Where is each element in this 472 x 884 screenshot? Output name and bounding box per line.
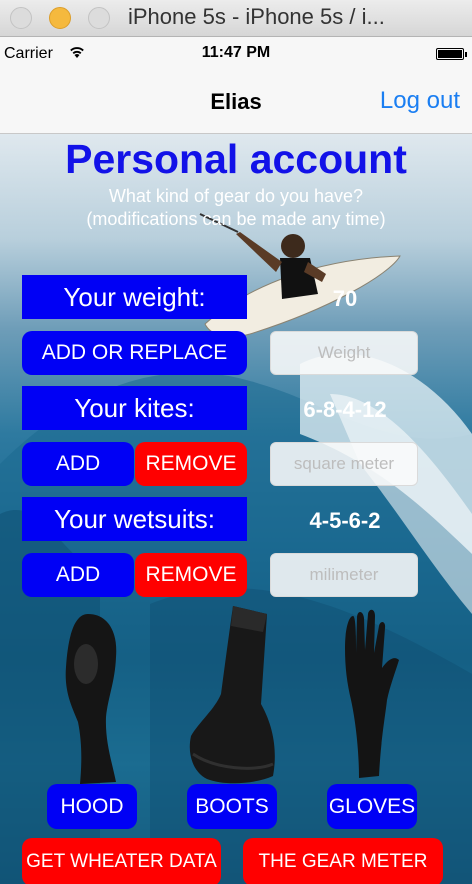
wetsuits-label: Your wetsuits: xyxy=(22,497,247,541)
navigation-bar: Elias Log out xyxy=(0,69,472,134)
boots-button[interactable]: BOOTS xyxy=(187,784,277,829)
gear-meter-button[interactable]: THE GEAR METER xyxy=(243,838,443,884)
minimize-window-button[interactable] xyxy=(49,7,71,29)
weight-label: Your weight: xyxy=(22,275,247,319)
remove-wetsuit-button[interactable]: REMOVE xyxy=(135,553,247,597)
kites-label: Your kites: xyxy=(22,386,247,430)
logout-button[interactable]: Log out xyxy=(380,87,460,115)
close-window-button[interactable] xyxy=(10,7,32,29)
status-time: 11:47 PM xyxy=(201,44,271,61)
add-wetsuit-button[interactable]: ADD xyxy=(22,553,134,597)
wetsuit-thickness-input[interactable] xyxy=(270,553,418,597)
kites-value: 6-8-4-12 xyxy=(303,397,387,422)
kite-size-input[interactable] xyxy=(270,442,418,486)
account-content: Personal account What kind of gear do yo… xyxy=(0,134,472,884)
weight-input[interactable] xyxy=(270,331,418,375)
hood-image xyxy=(65,614,117,784)
add-or-replace-weight-button[interactable]: ADD OR REPLACE xyxy=(22,331,247,375)
zoom-window-button[interactable] xyxy=(88,7,110,29)
remove-kite-button[interactable]: REMOVE xyxy=(135,442,247,486)
weight-value: 70 xyxy=(332,286,358,311)
gloves-image xyxy=(345,609,399,778)
boots-image xyxy=(189,606,275,784)
subtitle-question: What kind of gear do you have? xyxy=(108,186,364,206)
battery-icon xyxy=(436,48,467,60)
window-title: iPhone 5s - iPhone 5s / i... xyxy=(128,4,385,29)
wetsuits-value: 4-5-6-2 xyxy=(309,508,381,533)
simulator-title-bar: iPhone 5s - iPhone 5s / i... xyxy=(0,0,472,37)
gloves-button[interactable]: GLOVES xyxy=(327,784,417,829)
hood-button[interactable]: HOOD xyxy=(47,784,137,829)
page-heading: Personal account xyxy=(65,136,407,182)
subtitle-note: (modifications can be made any time) xyxy=(86,209,386,229)
get-weather-data-button[interactable]: GET WHEATER DATA xyxy=(22,838,221,884)
add-kite-button[interactable]: ADD xyxy=(22,442,134,486)
status-bar: Carrier 11:47 PM xyxy=(0,37,472,69)
